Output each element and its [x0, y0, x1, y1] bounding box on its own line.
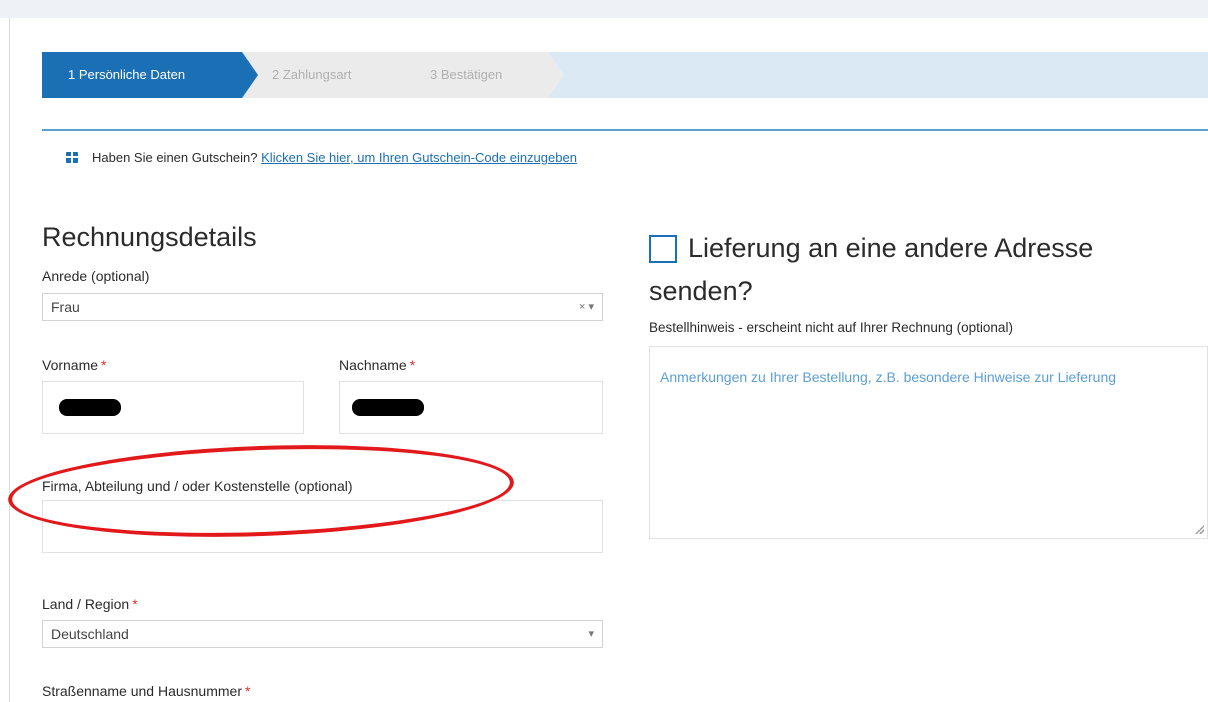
salutation-select[interactable]: Frau × ▾: [42, 293, 603, 321]
redaction-mark: [352, 399, 424, 416]
company-label: Firma, Abteilung und / oder Kostenstelle…: [42, 478, 353, 494]
shipping-title-continued: senden?: [649, 276, 753, 306]
coupon-notice: Haben Sie einen Gutschein? Klicken Sie h…: [66, 150, 577, 165]
required-marker: *: [132, 596, 138, 612]
top-bar: [0, 0, 1208, 18]
country-label-text: Land / Region: [42, 596, 130, 612]
left-border: [9, 18, 10, 702]
required-marker: *: [409, 357, 416, 373]
salutation-value: Frau: [51, 299, 80, 315]
chevron-down-icon: ▾: [588, 301, 594, 313]
firstname-label-text: Vorname: [42, 357, 99, 373]
required-marker: *: [101, 357, 107, 373]
lastname-label-text: Nachname: [339, 357, 407, 373]
lastname-field[interactable]: [339, 381, 603, 434]
gift-icon: [66, 152, 78, 163]
clear-icon[interactable]: ×: [579, 301, 585, 313]
country-value: Deutschland: [51, 626, 129, 642]
coupon-text: Haben Sie einen Gutschein?: [92, 150, 258, 165]
billing-title: Rechnungsdetails: [42, 222, 257, 252]
step-payment[interactable]: 2 Zahlungsart: [244, 52, 422, 98]
country-select[interactable]: Deutschland ▾: [42, 620, 603, 648]
street-label-text: Straßenname und Hausnummer: [42, 683, 242, 699]
required-marker: *: [245, 683, 251, 699]
coupon-link[interactable]: Klicken Sie hier, um Ihren Gutschein-Cod…: [261, 150, 577, 165]
step-confirm[interactable]: 3 Bestätigen: [406, 52, 564, 98]
salutation-controls[interactable]: × ▾: [579, 294, 594, 320]
shipping-title: Lieferung an eine andere Adresse: [688, 233, 1094, 263]
order-notes-label: Bestellhinweis - erscheint nicht auf Ihr…: [649, 320, 1013, 335]
firstname-label: Vorname *: [42, 357, 107, 373]
divider: [42, 129, 1208, 131]
street-label: Straßenname und Hausnummer *: [42, 683, 250, 699]
redaction-mark: [59, 399, 121, 416]
ship-to-different-address-checkbox[interactable]: [649, 235, 677, 263]
step-personal-data[interactable]: 1 Persönliche Daten: [42, 52, 258, 98]
country-label: Land / Region *: [42, 596, 138, 612]
firstname-field[interactable]: [42, 381, 304, 434]
salutation-label: Anrede (optional): [42, 268, 150, 284]
resize-handle-icon[interactable]: [1194, 524, 1204, 534]
order-notes-textarea[interactable]: [649, 346, 1208, 539]
lastname-label: Nachname *: [339, 357, 415, 373]
company-field[interactable]: [42, 500, 603, 553]
chevron-down-icon: ▾: [588, 628, 594, 640]
